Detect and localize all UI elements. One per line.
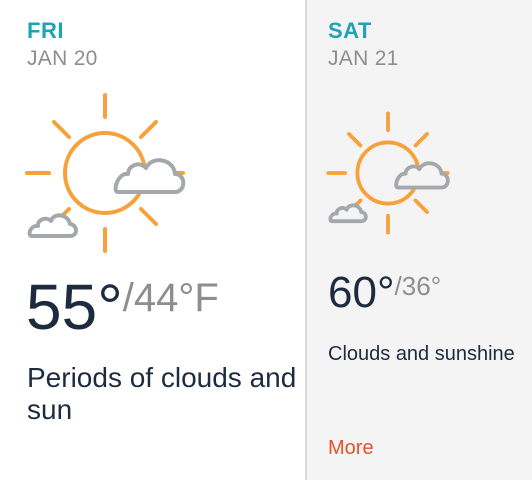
partly-sunny-icon (326, 111, 450, 235)
forecast-card-sat[interactable]: SAT JAN 21 60°/36° Clouds and sunshine M… (305, 0, 532, 480)
more-link[interactable]: More (328, 437, 374, 460)
day-date: JAN 20 (27, 47, 98, 70)
day-name: FRI (27, 18, 64, 43)
low-temp: /36° (394, 271, 442, 301)
high-temp: 60° (328, 268, 395, 317)
low-temp: /44°F (122, 276, 219, 320)
high-temp: 55° (26, 271, 123, 343)
day-date: JAN 21 (328, 47, 399, 70)
partly-sunny-icon (25, 93, 186, 253)
temperature-range: 60°/36° (328, 268, 441, 318)
temperature-range: 55°/44°F (26, 270, 219, 344)
weather-description: Clouds and sunshine (328, 343, 515, 365)
day-name: SAT (328, 18, 372, 43)
forecast-card-fri[interactable]: FRI JAN 20 55°/44°F Periods of clouds an… (0, 0, 305, 480)
forecast-strip: FRI JAN 20 55°/44°F Periods of clouds an… (0, 0, 532, 480)
weather-description: Periods of clouds and sun (27, 362, 297, 425)
